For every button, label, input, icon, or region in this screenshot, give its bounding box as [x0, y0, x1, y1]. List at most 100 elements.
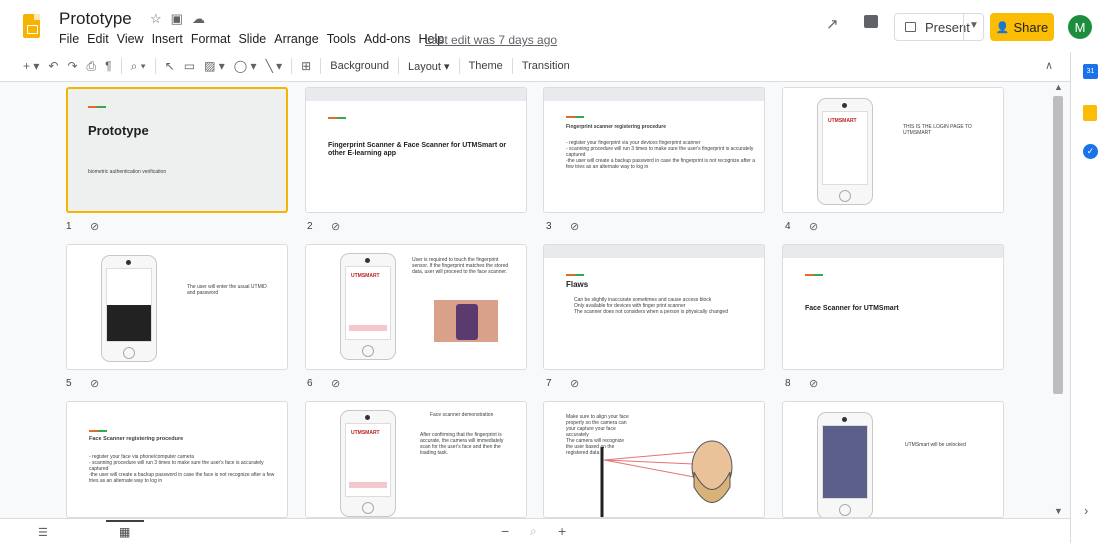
slide-band: [544, 88, 764, 101]
toolbar-separator: [154, 58, 156, 74]
link-icon[interactable]: ⊘: [331, 377, 340, 390]
slide-title: Prototype: [88, 123, 149, 138]
menu-view[interactable]: View: [117, 32, 144, 46]
redo-icon[interactable]: ↷: [67, 59, 77, 73]
cloud-status-icon[interactable]: ☁: [192, 11, 205, 27]
link-icon[interactable]: ⊘: [809, 220, 818, 233]
phone-home: [362, 345, 374, 357]
slide-thumbnail-7[interactable]: Flaws Can be slightly inaccurate sometim…: [543, 244, 765, 370]
slide-thumbnail-1[interactable]: Prototype biometric authentication verif…: [66, 87, 288, 213]
slide-thumbnail-12[interactable]: UTMSmart will be unlocked: [782, 401, 1004, 518]
menu-tools[interactable]: Tools: [327, 32, 356, 46]
transition-button[interactable]: Transition: [522, 60, 570, 72]
slide-thumbnail-2[interactable]: Fingerprint Scanner & Face Scanner for U…: [305, 87, 527, 213]
header: Prototype ☆ ▣ ☁ File Edit View Insert Fo…: [0, 0, 1114, 52]
scroll-up-icon[interactable]: ▲: [1054, 82, 1063, 92]
keep-icon[interactable]: [1083, 105, 1097, 121]
slide-number: 8: [785, 378, 791, 389]
phone-home: [839, 190, 851, 202]
calendar-icon[interactable]: 31: [1083, 64, 1098, 79]
link-icon[interactable]: ⊘: [90, 377, 99, 390]
slide-number: 7: [546, 378, 552, 389]
new-slide-icon[interactable]: + ▾: [23, 59, 39, 73]
link-icon[interactable]: ⊘: [331, 220, 340, 233]
link-icon[interactable]: ⊘: [570, 377, 579, 390]
background-button[interactable]: Background: [330, 60, 389, 72]
slide-thumbnail-4[interactable]: UTMSMART THIS IS THE LOGIN PAGE TO UTMSM…: [782, 87, 1004, 213]
text-box-icon[interactable]: ▭: [184, 59, 195, 73]
menu-format[interactable]: Format: [191, 32, 231, 46]
image-icon[interactable]: ▨ ▾: [204, 59, 225, 73]
slide-thumbnail-9[interactable]: Face Scanner registering procedure - reg…: [66, 401, 288, 518]
phone-image: UTMSMART: [817, 98, 873, 205]
scan-button: [349, 482, 387, 488]
activity-dashboard-icon[interactable]: ↗: [826, 15, 839, 33]
toolbar-separator: [120, 58, 122, 74]
star-icon[interactable]: ☆: [150, 11, 162, 27]
slide-caption: User is required to touch the fingerprin…: [412, 257, 509, 275]
print-icon[interactable]: ⎙: [87, 59, 97, 74]
slide-band: [306, 88, 526, 101]
slide-thumbnail-3[interactable]: Fingerprint scanner registering procedur…: [543, 87, 765, 213]
document-title[interactable]: Prototype: [59, 9, 132, 29]
present-dropdown-icon[interactable]: ▼: [969, 20, 979, 31]
theme-button[interactable]: Theme: [469, 60, 503, 72]
slide-subtitle: biometric authentication verification: [88, 169, 167, 175]
accent-line: [566, 116, 584, 118]
share-label: Share: [1013, 19, 1049, 35]
collapse-toolbar-icon[interactable]: ∧: [1045, 59, 1053, 72]
accent-line: [89, 430, 107, 432]
menu-slide[interactable]: Slide: [238, 32, 266, 46]
link-icon[interactable]: ⊘: [809, 377, 818, 390]
layout-label: Layout: [407, 60, 441, 73]
tasks-icon[interactable]: ✓: [1083, 144, 1098, 159]
line-icon[interactable]: ╲ ▾: [266, 59, 283, 73]
slide-body: Can be slightly inaccurate sometimes and…: [574, 297, 728, 315]
link-icon[interactable]: ⊘: [90, 220, 99, 233]
last-edit-link[interactable]: Last edit was 7 days ago: [425, 33, 557, 47]
slide-thumbnail-6[interactable]: UTMSMART User is required to touch the f…: [305, 244, 527, 370]
phone-screen: UTMSMART: [822, 111, 868, 185]
comment-history-icon[interactable]: [864, 15, 878, 28]
toolbar-separator: [320, 58, 322, 74]
present-divider: [963, 14, 964, 40]
toolbar-separator: [397, 58, 399, 74]
menu-insert[interactable]: Insert: [152, 32, 183, 46]
undo-icon[interactable]: ↶: [48, 59, 58, 73]
lock-person-icon: 👤: [995, 21, 1010, 34]
avatar[interactable]: M: [1068, 15, 1092, 39]
slides-logo-icon[interactable]: [23, 14, 40, 38]
grid-view-icon[interactable]: ▦: [119, 525, 130, 539]
filmstrip-view-icon[interactable]: ☰: [38, 526, 48, 539]
phone-camera: [365, 415, 370, 420]
paint-format-icon[interactable]: ¶: [105, 59, 111, 73]
shape-icon[interactable]: ◯ ▾: [234, 59, 257, 73]
menu-edit[interactable]: Edit: [87, 32, 109, 46]
menu-arrange[interactable]: Arrange: [274, 32, 318, 46]
slide-thumbnail-11[interactable]: Make sure to align your face properly so…: [543, 401, 765, 518]
scrollbar-thumb[interactable]: [1053, 96, 1063, 394]
zoom-in-icon[interactable]: +: [558, 523, 566, 539]
expand-panel-icon[interactable]: ›: [1084, 503, 1088, 518]
select-icon[interactable]: ↖: [165, 59, 175, 73]
zoom-icon[interactable]: ⌕ ▾: [131, 59, 146, 74]
move-folder-icon[interactable]: ▣: [171, 11, 183, 27]
slide-thumbnail-10[interactable]: UTMSMART Face scanner demonstration Afte…: [305, 401, 527, 518]
menu-file[interactable]: File: [59, 32, 79, 46]
phone-home: [123, 347, 135, 359]
phone-image: UTMSMART: [340, 410, 396, 517]
slide-thumbnail-8[interactable]: Face Scanner for UTMSmart: [782, 244, 1004, 370]
scan-button: [349, 325, 387, 331]
slide-number: 6: [307, 378, 313, 389]
comment-add-icon[interactable]: ⊞: [301, 59, 311, 73]
menu-addons[interactable]: Add-ons: [364, 32, 411, 46]
layout-button[interactable]: Layout ▾: [408, 60, 450, 73]
slide-thumbnail-5[interactable]: The user will enter the usual UTMID and …: [66, 244, 288, 370]
grid-scrollbar[interactable]: ▲ ▼: [1051, 82, 1065, 518]
scroll-down-icon[interactable]: ▼: [1054, 506, 1063, 516]
share-button[interactable]: 👤 Share: [990, 13, 1054, 41]
zoom-out-icon[interactable]: −: [501, 523, 509, 539]
slide-title: Fingerprint scanner registering procedur…: [566, 124, 667, 130]
link-icon[interactable]: ⊘: [570, 220, 579, 233]
present-button[interactable]: Present ▼: [894, 13, 984, 41]
